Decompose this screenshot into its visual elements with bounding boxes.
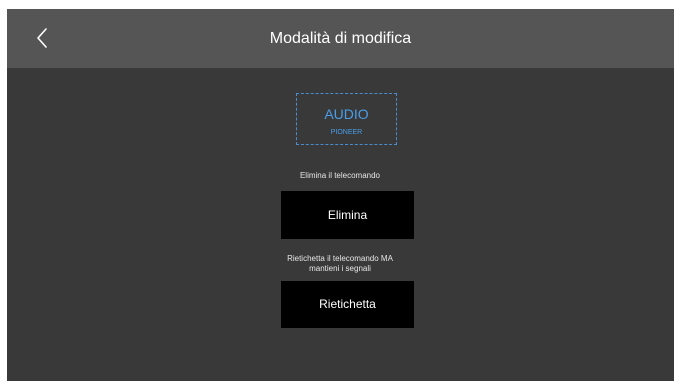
delete-caption: Elimina il telecomando (299, 171, 381, 180)
device-brand: PIONEER (330, 129, 363, 136)
device-card[interactable]: AUDIO PIONEER (296, 93, 397, 145)
relabel-caption-line2: mantieni i segnali (309, 264, 371, 273)
relabel-button[interactable]: Rietichetta (281, 281, 414, 328)
main-panel: AUDIO PIONEER Elimina il telecomando Eli… (7, 68, 674, 381)
screen: Modalità di modifica AUDIO PIONEER Elimi… (0, 0, 681, 387)
header-bar: Modalità di modifica (7, 9, 674, 68)
relabel-caption-line1: Rietichetta il telecomando MA (287, 254, 393, 263)
device-name: AUDIO (324, 106, 369, 122)
page-title: Modalità di modifica (269, 30, 412, 47)
relabel-caption: Rietichetta il telecomando MA mantieni i… (240, 254, 440, 274)
delete-button[interactable]: Elimina (281, 191, 414, 239)
back-button[interactable] (30, 24, 56, 52)
chevron-left-icon (37, 28, 47, 48)
